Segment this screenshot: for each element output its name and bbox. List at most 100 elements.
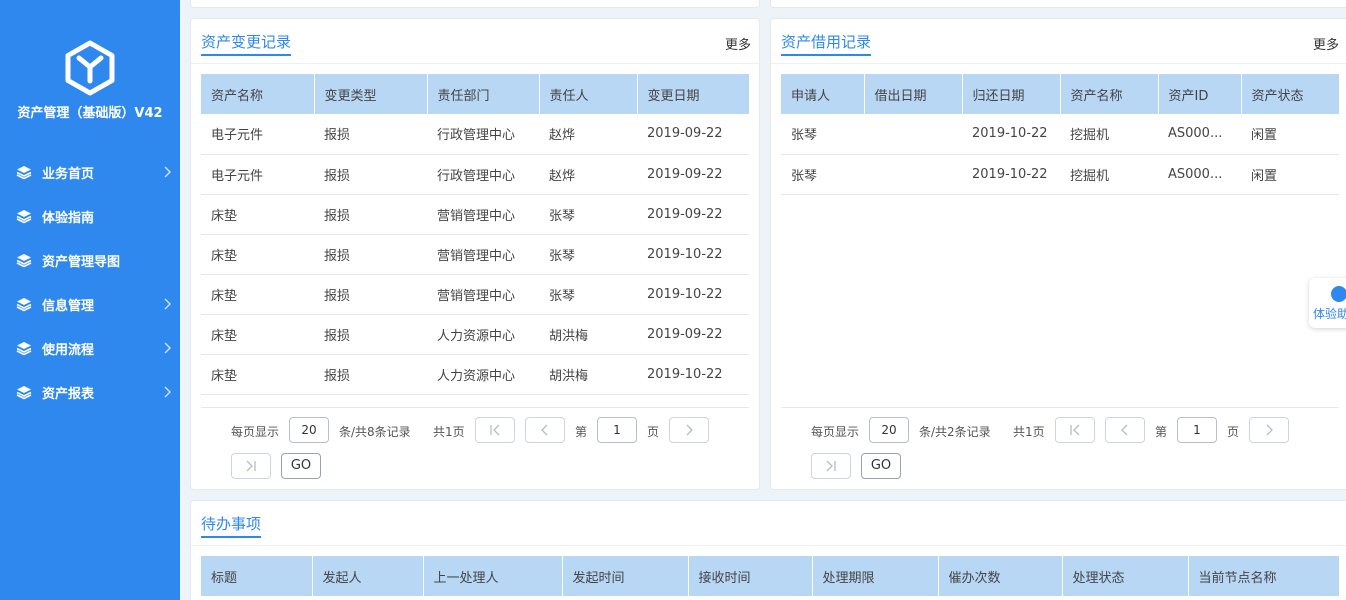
table-row[interactable]: 床垫 报损 人力资源中心 胡洪梅 2019-10-22	[201, 354, 749, 395]
table-row[interactable]: 床垫 报损 营销管理中心 张琴 2019-10-22	[201, 274, 749, 315]
total-pages-label: 共1页	[1013, 425, 1045, 439]
sidebar-item-label: 业务首页	[42, 166, 95, 182]
first-page-button[interactable]	[1055, 417, 1095, 443]
column-header[interactable]: 变更类型	[314, 74, 428, 114]
helper-smile-icon	[1331, 286, 1346, 302]
sidebar-item-asset-map[interactable]: 资产管理导图	[0, 238, 180, 282]
column-header[interactable]: 催办次数	[938, 556, 1063, 596]
next-page-button[interactable]	[669, 417, 709, 443]
first-page-icon	[490, 424, 500, 436]
table-cell: 2019-09-22	[637, 114, 749, 155]
next-page-button[interactable]	[1249, 417, 1289, 443]
sidebar-item-workflow[interactable]: 使用流程	[0, 326, 180, 370]
page-prefix-label: 第	[575, 425, 588, 439]
sidebar-nav: 业务首页 体验指南 资产管理导图 信息管理 使用流程 资产报表	[0, 150, 180, 414]
table-cell: 床垫	[201, 234, 314, 275]
column-header[interactable]: 发起人	[312, 556, 424, 596]
column-header[interactable]: 借出日期	[864, 74, 963, 114]
per-page-input[interactable]: 20	[289, 417, 329, 443]
table-cell: 张琴	[539, 274, 637, 315]
layers-icon	[16, 298, 32, 312]
table-cell: 床垫	[201, 194, 314, 235]
column-header[interactable]: 归还日期	[962, 74, 1061, 114]
table-row[interactable]: 电子元件 报损 行政管理中心 赵烨 2019-09-22	[201, 154, 749, 195]
total-records-label: 条/共8条记录	[339, 425, 411, 439]
chevron-left-icon	[541, 424, 548, 436]
table-row[interactable]: 床垫 报损 营销管理中心 张琴 2019-10-22	[201, 234, 749, 275]
panel-header: 资产借用记录 更多	[771, 19, 1346, 64]
per-page-input[interactable]: 20	[869, 417, 909, 443]
sidebar-item-home[interactable]: 业务首页	[0, 150, 180, 194]
table-cell: 闲置	[1241, 154, 1339, 195]
table-row[interactable]: 张琴 2019-10-22 挖掘机 AS000... 闲置	[781, 154, 1339, 195]
column-header[interactable]: 申请人	[781, 74, 865, 114]
sidebar-item-reports[interactable]: 资产报表	[0, 370, 180, 414]
table-header-row: 资产名称 变更类型 责任部门 责任人 变更日期	[201, 74, 750, 114]
column-header[interactable]: 接收时间	[688, 556, 813, 596]
prev-page-button[interactable]	[525, 417, 565, 443]
chevron-right-icon	[1266, 424, 1273, 436]
total-records-label: 条/共2条记录	[919, 425, 991, 439]
last-page-button[interactable]	[231, 453, 271, 479]
column-header[interactable]: 责任部门	[427, 74, 540, 114]
first-page-button[interactable]	[475, 417, 515, 443]
prev-page-button[interactable]	[1105, 417, 1145, 443]
sidebar: 资产管理（基础版）V42 业务首页 体验指南 资产管理导图 信息管理 使用流程 …	[0, 0, 180, 600]
layers-icon	[16, 342, 32, 356]
table-row[interactable]: 张琴 2019-10-22 挖掘机 AS000... 闲置	[781, 114, 1339, 155]
todo-panel: 待办事项 标题 发起人 上一处理人 发起时间 接收时间 处理期限 催办次数 处理…	[190, 500, 1346, 600]
table-cell: 报损	[314, 314, 427, 355]
column-header[interactable]: 资产状态	[1241, 74, 1340, 114]
sidebar-item-label: 体验指南	[42, 210, 95, 226]
go-button[interactable]: GO	[281, 453, 321, 479]
pagination: 每页显示 20 条/共8条记录 共1页 第 1 页 GO	[191, 417, 761, 487]
more-link[interactable]: 更多	[1313, 34, 1339, 53]
table-header-row: 申请人 借出日期 归还日期 资产名称 资产ID 资产状态	[781, 74, 1340, 114]
page-number-input[interactable]: 1	[597, 417, 637, 443]
column-header[interactable]: 资产名称	[1060, 74, 1159, 114]
top-panel-right	[770, 0, 1346, 8]
table-cell: 闲置	[1241, 114, 1339, 155]
sidebar-item-label: 使用流程	[42, 342, 95, 358]
column-header[interactable]: 处理期限	[812, 556, 939, 596]
experience-helper-widget[interactable]: 体验助	[1309, 278, 1346, 328]
table-cell: 2019-10-22	[962, 154, 1060, 195]
column-header[interactable]: 变更日期	[637, 74, 750, 114]
sidebar-item-info[interactable]: 信息管理	[0, 282, 180, 326]
table-cell: 胡洪梅	[539, 314, 637, 355]
column-header[interactable]: 标题	[201, 556, 313, 596]
page-number-input[interactable]: 1	[1177, 417, 1217, 443]
column-header[interactable]: 处理状态	[1062, 556, 1189, 596]
todo-table: 标题 发起人 上一处理人 发起时间 接收时间 处理期限 催办次数 处理状态 当前…	[201, 556, 1340, 596]
table-row[interactable]: 电子元件 报损 行政管理中心 赵烨 2019-09-22	[201, 114, 749, 155]
table-row[interactable]: 床垫 报损 人力资源中心 胡洪梅 2019-09-22	[201, 314, 749, 355]
more-link[interactable]: 更多	[725, 34, 751, 53]
table-cell	[864, 114, 962, 155]
table-cell: 报损	[314, 354, 427, 395]
column-header[interactable]: 资产名称	[201, 74, 315, 114]
table-cell: 人力资源中心	[427, 354, 539, 395]
go-button[interactable]: GO	[861, 453, 901, 479]
table-cell	[864, 154, 962, 195]
table-cell: 床垫	[201, 314, 314, 355]
sidebar-item-guide[interactable]: 体验指南	[0, 194, 180, 238]
column-header[interactable]: 当前节点名称	[1188, 556, 1340, 596]
per-page-label: 每页显示	[811, 425, 860, 439]
table-row[interactable]: 床垫 报损 营销管理中心 张琴 2019-09-22	[201, 194, 749, 235]
table-header-row: 标题 发起人 上一处理人 发起时间 接收时间 处理期限 催办次数 处理状态 当前…	[201, 556, 1340, 596]
layers-icon	[16, 254, 32, 268]
table-cell: 报损	[314, 234, 427, 275]
table-cell: 张琴	[781, 154, 864, 195]
last-page-button[interactable]	[811, 453, 851, 479]
panel-header: 待办事项	[191, 501, 1346, 546]
column-header[interactable]: 上一处理人	[423, 556, 563, 596]
chevron-right-icon	[164, 386, 171, 398]
layers-icon	[16, 210, 32, 224]
column-header[interactable]: 发起时间	[562, 556, 689, 596]
column-header[interactable]: 资产ID	[1158, 74, 1242, 114]
sidebar-item-label: 信息管理	[42, 298, 95, 314]
app-title: 资产管理（基础版）V42	[17, 106, 163, 121]
table-cell: 2019-09-22	[637, 194, 749, 235]
chevron-right-icon	[686, 424, 693, 436]
column-header[interactable]: 责任人	[539, 74, 638, 114]
